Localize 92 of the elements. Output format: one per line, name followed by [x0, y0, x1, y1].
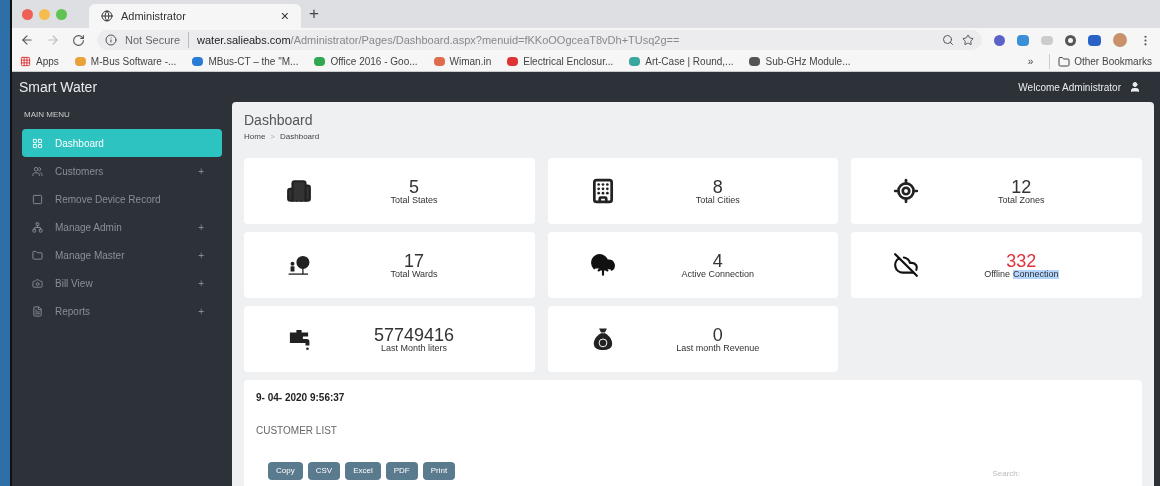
security-label: Not Secure: [125, 31, 190, 49]
apps-icon: [20, 56, 31, 67]
welcome-text: Welcome Administrator: [1018, 80, 1121, 95]
bookmark-favicon-icon: [192, 57, 204, 66]
expand-toggle[interactable]: +: [198, 275, 204, 291]
browser-tab[interactable]: Administrator ×: [89, 4, 301, 28]
breadcrumb-link[interactable]: Dashboard: [280, 131, 320, 143]
section-title: CUSTOMER LIST: [256, 424, 338, 438]
extension-icon[interactable]: [994, 34, 1005, 46]
sidebar-item[interactable]: Reports +: [22, 297, 222, 325]
bookmark-link[interactable]: Electrical Enclosur...: [507, 54, 614, 69]
stat-value: 332: [1006, 251, 1037, 270]
breadcrumb-separator: >: [270, 131, 275, 143]
search-label: Search:: [992, 468, 1020, 480]
stat-label: Total Zones: [998, 195, 1045, 205]
page-title: Dashboard: [244, 111, 314, 130]
menu-item-icon: [32, 277, 43, 289]
globe-icon: [101, 10, 113, 22]
stat-value: 0: [712, 325, 723, 344]
timestamp: 9- 04- 2020 9:56:37: [256, 391, 346, 405]
extension-icon[interactable]: [1088, 34, 1101, 46]
stat-label: Last month Revenue: [676, 343, 760, 353]
bookmark-favicon-icon: [74, 57, 86, 66]
bookmark-link[interactable]: M-Bus Software -...: [74, 54, 177, 69]
bookmark-favicon-icon: [629, 57, 641, 66]
stat-label: Connection: [1013, 269, 1059, 279]
expand-toggle[interactable]: +: [198, 219, 204, 235]
stat-value: 5: [409, 177, 419, 196]
stat-value: 12: [1011, 177, 1032, 196]
info-icon: [105, 34, 117, 46]
export-button[interactable]: Excel: [345, 462, 381, 480]
menu-item-icon: [32, 221, 43, 233]
profile-avatar[interactable]: [1113, 33, 1127, 47]
other-bookmarks-link[interactable]: Other Bookmarks: [1049, 54, 1152, 69]
menu-item-icon: [32, 249, 43, 261]
user-icon[interactable]: [1129, 81, 1141, 93]
sidebar-item[interactable]: Manage Master +: [22, 241, 222, 269]
stat-label: Offline: [984, 269, 1010, 279]
stat-value: 4: [712, 251, 723, 270]
stat-label: Total States: [390, 195, 438, 205]
more-bookmarks[interactable]: »: [1027, 54, 1034, 69]
expand-toggle[interactable]: +: [198, 163, 204, 179]
extension-icon[interactable]: [1017, 34, 1029, 46]
expand-toggle[interactable]: +: [198, 247, 204, 263]
stat-value: 57749416: [373, 325, 455, 344]
bookmark-link[interactable]: Apps: [20, 54, 59, 69]
export-button[interactable]: CSV: [307, 462, 341, 480]
sidebar-heading: MAIN MENU: [23, 109, 71, 121]
stat-value: 17: [404, 251, 424, 270]
star-icon[interactable]: [962, 34, 974, 46]
export-button[interactable]: PDF: [385, 462, 418, 480]
bookmark-link[interactable]: Office 2016 - Goo...: [314, 54, 418, 69]
menu-item-icon: [32, 165, 43, 177]
tab-title: Administrator: [121, 8, 187, 24]
sidebar-item[interactable]: Bill View +: [22, 269, 222, 297]
extension-icon[interactable]: [1065, 34, 1076, 46]
stat-label: Total Cities: [695, 195, 740, 205]
folder-icon: [1058, 55, 1071, 68]
stat-label: Last Month liters: [381, 343, 447, 353]
stat-label: Active Connection: [681, 269, 754, 279]
breadcrumb-link[interactable]: Home: [244, 131, 266, 143]
bookmark-link[interactable]: Wiman.in: [433, 54, 492, 69]
bookmark-favicon-icon: [507, 57, 519, 66]
stat-label: Total Wards: [390, 269, 438, 279]
menu-item-icon: [32, 193, 43, 205]
sidebar-item[interactable]: Manage Admin +: [22, 213, 222, 241]
cloud-upload-icon: [589, 252, 616, 278]
target-icon: [893, 178, 920, 204]
bookmark-favicon-icon: [749, 57, 761, 66]
bookmark-link[interactable]: Sub-GHz Module...: [749, 54, 851, 69]
menu-item-icon: [32, 305, 43, 317]
menu-item-icon: [32, 137, 43, 149]
export-button[interactable]: Copy: [268, 462, 303, 480]
address-field[interactable]: Not Secure water.salieabs.com/Administrator/Pages/Dashboard.aspx?menuid=fKKoOOgceaT8vDh+TUsq2g==: [97, 30, 982, 50]
back-icon[interactable]: [20, 33, 34, 47]
tab-close[interactable]: ×: [280, 5, 289, 27]
stat-value: 8: [712, 177, 723, 196]
export-button[interactable]: Print: [422, 462, 456, 480]
app-title: Smart Water: [19, 77, 99, 97]
new-tab-button[interactable]: +: [309, 1, 319, 27]
bookmark-favicon-icon: [433, 57, 445, 66]
url-text: water.salieabs.com/Administrator/Pages/Dashboard.aspx?menuid=fKKoOOgceaT8vDh+TUsq2g==: [197, 32, 681, 48]
expand-toggle[interactable]: +: [198, 303, 204, 319]
bookmark-link[interactable]: Art-Case | Round,...: [629, 54, 734, 69]
sidebar-item[interactable]: Customers +: [22, 157, 222, 185]
cloud-off-icon: [893, 252, 920, 278]
bookmark-favicon-icon: [314, 57, 326, 66]
search-icon[interactable]: [942, 34, 954, 46]
buildings-icon: [286, 178, 312, 204]
reload-icon[interactable]: [72, 33, 85, 47]
sidebar-item[interactable]: Remove Device Record: [22, 185, 222, 213]
bookmark-link[interactable]: MBus-CT – the "M...: [192, 54, 299, 69]
